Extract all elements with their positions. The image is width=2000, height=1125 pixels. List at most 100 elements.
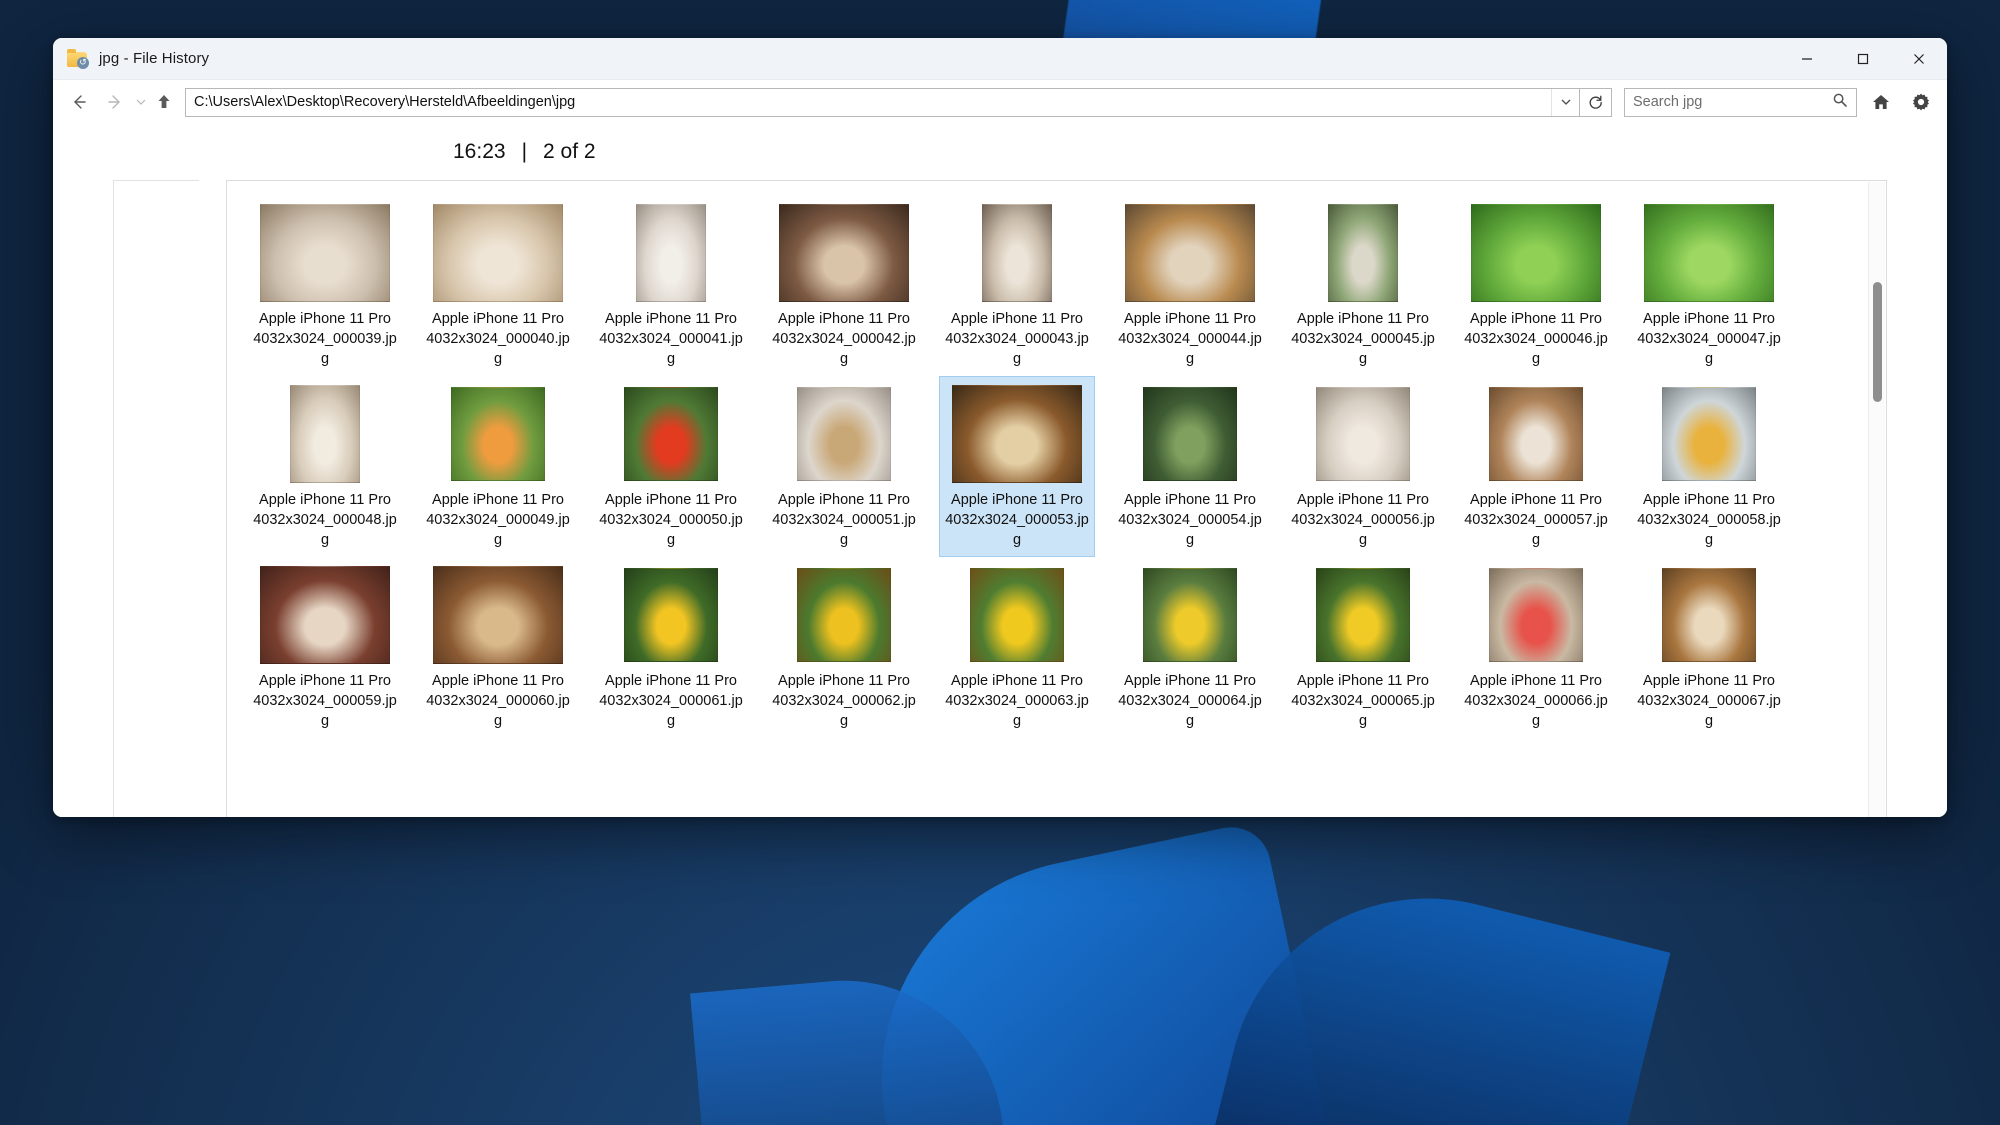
file-name-label: Apple iPhone 11 Pro 4032x3024_000059.jpg xyxy=(253,673,397,729)
file-thumbnail xyxy=(779,385,909,483)
up-button[interactable] xyxy=(149,87,179,117)
file-item[interactable]: Apple iPhone 11 Pro 4032x3024_000041.jpg xyxy=(593,195,749,376)
file-thumbnail xyxy=(1471,204,1601,302)
folder-history-icon: ↺ xyxy=(67,48,89,69)
close-button[interactable] xyxy=(1891,38,1947,79)
file-thumbnail xyxy=(952,204,1082,302)
thumbnail-image xyxy=(797,568,891,662)
thumbnail-image xyxy=(1644,204,1774,302)
search-icon[interactable] xyxy=(1832,92,1848,112)
file-thumbnail xyxy=(260,204,390,302)
thumbnail-image xyxy=(290,385,360,483)
thumbnail-image xyxy=(1143,387,1237,481)
file-item[interactable]: Apple iPhone 11 Pro 4032x3024_000049.jpg xyxy=(420,376,576,557)
file-thumbnail xyxy=(1644,385,1774,483)
thumbnail-image xyxy=(1489,568,1583,662)
thumbnail-image xyxy=(982,204,1052,302)
thumbnail-image xyxy=(1662,568,1756,662)
file-thumbnail xyxy=(952,566,1082,664)
file-item[interactable]: Apple iPhone 11 Pro 4032x3024_000043.jpg xyxy=(939,195,1095,376)
file-name-label: Apple iPhone 11 Pro 4032x3024_000054.jpg xyxy=(1118,492,1262,548)
file-item[interactable]: Apple iPhone 11 Pro 4032x3024_000059.jpg xyxy=(247,557,403,738)
recent-locations-chevron-down-icon[interactable] xyxy=(133,87,149,117)
file-name-label: Apple iPhone 11 Pro 4032x3024_000067.jpg xyxy=(1637,673,1781,729)
window-title: jpg - File History xyxy=(99,50,210,67)
home-icon[interactable] xyxy=(1865,86,1897,118)
file-item[interactable]: Apple iPhone 11 Pro 4032x3024_000039.jpg xyxy=(247,195,403,376)
file-thumbnail xyxy=(1644,204,1774,302)
file-name-label: Apple iPhone 11 Pro 4032x3024_000063.jpg xyxy=(945,673,1089,729)
scrollbar-thumb[interactable] xyxy=(1873,282,1882,402)
file-item[interactable]: Apple iPhone 11 Pro 4032x3024_000046.jpg xyxy=(1458,195,1614,376)
file-name-label: Apple iPhone 11 Pro 4032x3024_000048.jpg xyxy=(253,492,397,548)
thumbnail-image xyxy=(433,204,563,302)
file-list-pane: Apple iPhone 11 Pro 4032x3024_000039.jpg… xyxy=(226,180,1887,817)
address-toolbar: C:\Users\Alex\Desktop\Recovery\Hersteld\… xyxy=(53,80,1947,124)
file-item[interactable]: Apple iPhone 11 Pro 4032x3024_000065.jpg xyxy=(1285,557,1441,738)
file-item[interactable]: Apple iPhone 11 Pro 4032x3024_000042.jpg xyxy=(766,195,922,376)
thumbnail-image xyxy=(952,385,1082,483)
file-thumbnail xyxy=(260,385,390,483)
vertical-scrollbar[interactable] xyxy=(1868,182,1885,817)
file-item[interactable]: Apple iPhone 11 Pro 4032x3024_000048.jpg xyxy=(247,376,403,557)
thumbnail-image xyxy=(1125,204,1255,302)
file-name-label: Apple iPhone 11 Pro 4032x3024_000060.jpg xyxy=(426,673,570,729)
file-name-label: Apple iPhone 11 Pro 4032x3024_000051.jpg xyxy=(772,492,916,548)
file-name-label: Apple iPhone 11 Pro 4032x3024_000047.jpg xyxy=(1637,311,1781,367)
file-item[interactable]: Apple iPhone 11 Pro 4032x3024_000064.jpg xyxy=(1112,557,1268,738)
search-input[interactable]: Search jpg xyxy=(1624,87,1857,117)
file-thumbnail xyxy=(1644,566,1774,664)
thumbnail-grid-scroll[interactable]: Apple iPhone 11 Pro 4032x3024_000039.jpg… xyxy=(227,181,1886,817)
file-item[interactable]: Apple iPhone 11 Pro 4032x3024_000060.jpg xyxy=(420,557,576,738)
file-name-label: Apple iPhone 11 Pro 4032x3024_000056.jpg xyxy=(1291,492,1435,548)
file-name-label: Apple iPhone 11 Pro 4032x3024_000061.jpg xyxy=(599,673,743,729)
thumbnail-grid: Apple iPhone 11 Pro 4032x3024_000039.jpg… xyxy=(247,195,1886,738)
file-item[interactable]: Apple iPhone 11 Pro 4032x3024_000044.jpg xyxy=(1112,195,1268,376)
file-name-label: Apple iPhone 11 Pro 4032x3024_000053.jpg xyxy=(945,492,1089,548)
version-separator: | xyxy=(521,140,528,163)
file-item[interactable]: Apple iPhone 11 Pro 4032x3024_000045.jpg xyxy=(1285,195,1441,376)
file-name-label: Apple iPhone 11 Pro 4032x3024_000045.jpg xyxy=(1291,311,1435,367)
thumbnail-image xyxy=(1316,568,1410,662)
thumbnail-image xyxy=(260,566,390,664)
thumbnail-image xyxy=(1489,387,1583,481)
back-button[interactable] xyxy=(61,87,97,117)
maximize-button[interactable] xyxy=(1835,38,1891,79)
thumbnail-image xyxy=(624,387,718,481)
file-thumbnail xyxy=(1298,204,1428,302)
file-item[interactable]: Apple iPhone 11 Pro 4032x3024_000057.jpg xyxy=(1458,376,1614,557)
gear-icon[interactable] xyxy=(1905,86,1937,118)
forward-button[interactable] xyxy=(97,87,133,117)
title-bar: ↺ jpg - File History xyxy=(53,38,1947,80)
file-item[interactable]: Apple iPhone 11 Pro 4032x3024_000051.jpg xyxy=(766,376,922,557)
file-item[interactable]: Apple iPhone 11 Pro 4032x3024_000067.jpg xyxy=(1631,557,1787,738)
file-item[interactable]: Apple iPhone 11 Pro 4032x3024_000047.jpg xyxy=(1631,195,1787,376)
file-item[interactable]: Apple iPhone 11 Pro 4032x3024_000040.jpg xyxy=(420,195,576,376)
file-item[interactable]: Apple iPhone 11 Pro 4032x3024_000061.jpg xyxy=(593,557,749,738)
file-name-label: Apple iPhone 11 Pro 4032x3024_000064.jpg xyxy=(1118,673,1262,729)
file-name-label: Apple iPhone 11 Pro 4032x3024_000041.jpg xyxy=(599,311,743,367)
file-item[interactable]: Apple iPhone 11 Pro 4032x3024_000063.jpg xyxy=(939,557,1095,738)
file-item[interactable]: Apple iPhone 11 Pro 4032x3024_000054.jpg xyxy=(1112,376,1268,557)
file-item[interactable]: Apple iPhone 11 Pro 4032x3024_000058.jpg xyxy=(1631,376,1787,557)
file-item[interactable]: Apple iPhone 11 Pro 4032x3024_000066.jpg xyxy=(1458,557,1614,738)
file-name-label: Apple iPhone 11 Pro 4032x3024_000066.jpg xyxy=(1464,673,1608,729)
file-name-label: Apple iPhone 11 Pro 4032x3024_000049.jpg xyxy=(426,492,570,548)
file-item[interactable]: Apple iPhone 11 Pro 4032x3024_000050.jpg xyxy=(593,376,749,557)
address-bar[interactable]: C:\Users\Alex\Desktop\Recovery\Hersteld\… xyxy=(185,87,1580,117)
file-thumbnail xyxy=(433,204,563,302)
thumbnail-image xyxy=(433,566,563,664)
minimize-button[interactable] xyxy=(1779,38,1835,79)
file-thumbnail xyxy=(1471,385,1601,483)
file-item[interactable]: Apple iPhone 11 Pro 4032x3024_000056.jpg xyxy=(1285,376,1441,557)
file-item[interactable]: Apple iPhone 11 Pro 4032x3024_000062.jpg xyxy=(766,557,922,738)
thumbnail-image xyxy=(970,568,1064,662)
file-thumbnail xyxy=(1125,204,1255,302)
version-time: 16:23 xyxy=(453,140,506,163)
file-item[interactable]: Apple iPhone 11 Pro 4032x3024_000053.jpg xyxy=(939,376,1095,557)
navigation-pane[interactable] xyxy=(113,180,199,817)
address-chevron-down-icon[interactable] xyxy=(1551,88,1579,116)
file-name-label: Apple iPhone 11 Pro 4032x3024_000040.jpg xyxy=(426,311,570,367)
file-thumbnail xyxy=(260,566,390,664)
refresh-button[interactable] xyxy=(1580,87,1612,117)
